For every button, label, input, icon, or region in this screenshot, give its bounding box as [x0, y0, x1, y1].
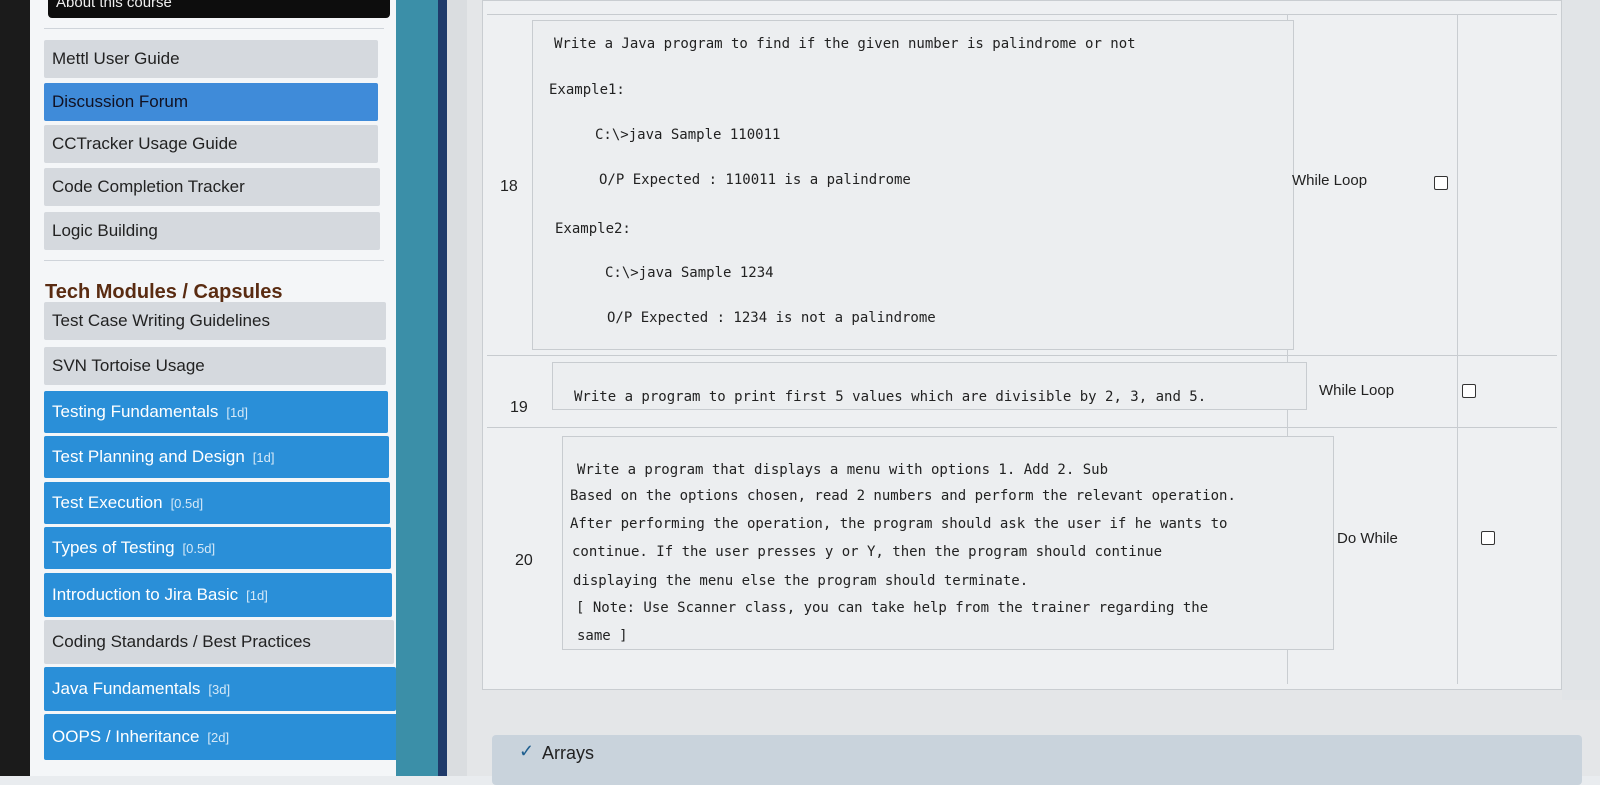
question-text: Based on the options chosen, read 2 numb… [570, 488, 1236, 504]
sidebar-item-discussion-forum[interactable]: Discussion Forum [44, 83, 378, 121]
question-text: O/P Expected : 110011 is a palindrome [599, 172, 911, 188]
module-item-test-execution[interactable]: Test Execution [0.5d] [44, 482, 390, 524]
question-text: [ Note: Use Scanner class, you can take … [576, 600, 1209, 616]
sidebar-item-label: CCTracker Usage Guide [52, 134, 238, 153]
module-label: Testing Fundamentals [52, 402, 219, 421]
section-title: Tech Modules / Capsules [45, 281, 283, 303]
about-course-label: About this course [56, 0, 172, 11]
screen-bezel [0, 0, 30, 776]
question-text: Write a program to print first 5 values … [574, 389, 1207, 405]
question-text: O/P Expected : 1234 is not a palindrome [607, 310, 936, 326]
main-content: 18 Write a Java program to find if the g… [467, 0, 1600, 785]
module-item-test-case-writing[interactable]: Test Case Writing Guidelines [44, 302, 386, 340]
module-label: Coding Standards / Best Practices [52, 632, 311, 651]
sidebar-item-logic-building[interactable]: Logic Building [44, 212, 380, 250]
divider [44, 28, 384, 29]
row-divider [487, 427, 1557, 428]
sidebar-item-mettl-user-guide[interactable]: Mettl User Guide [44, 40, 378, 78]
row-number: 18 [500, 178, 518, 195]
question-text: Example2: [555, 221, 631, 237]
row-number: 20 [515, 552, 533, 569]
module-label: Test Case Writing Guidelines [52, 311, 270, 330]
module-duration: [0.5d] [182, 540, 216, 556]
row-divider [487, 355, 1557, 356]
question-text: C:\>java Sample 1234 [605, 265, 774, 281]
completion-checkbox[interactable] [1462, 384, 1476, 398]
module-item-intro-jira-basic[interactable]: Introduction to Jira Basic [1d] [44, 573, 392, 617]
sidebar-item-label: Discussion Forum [52, 92, 189, 111]
divider [44, 260, 384, 261]
panel-gap [447, 0, 467, 776]
question-text: same ] [577, 628, 628, 644]
module-duration: [1d] [252, 449, 275, 465]
module-label: Introduction to Jira Basic [52, 585, 239, 604]
module-item-oops-inheritance[interactable]: OOPS / Inheritance [2d] [44, 714, 398, 760]
module-label: SVN Tortoise Usage [52, 356, 205, 375]
sidebar-item-label: Mettl User Guide [52, 49, 180, 68]
question-text: continue. If the user presses y or Y, th… [572, 544, 1163, 560]
question-text: C:\>java Sample 110011 [595, 127, 781, 143]
completion-checkbox[interactable] [1434, 176, 1448, 190]
module-item-test-planning-design[interactable]: Test Planning and Design [1d] [44, 436, 389, 478]
module-duration: [0.5d] [170, 495, 204, 511]
completion-checkbox[interactable] [1481, 531, 1495, 545]
row-divider [487, 14, 1557, 15]
right-edge [1562, 0, 1600, 700]
sidebar-item-label: Code Completion Tracker [52, 177, 245, 196]
module-duration: [1d] [246, 587, 268, 603]
section-header-arrays[interactable]: ✓ Arrays [492, 735, 1582, 785]
sidebar-scrollbar-strip [396, 0, 438, 776]
module-label: Types of Testing [52, 538, 175, 557]
panel-divider [438, 0, 447, 776]
sidebar-item-cctracker-usage-guide[interactable]: CCTracker Usage Guide [44, 125, 378, 163]
module-item-testing-fundamentals[interactable]: Testing Fundamentals [1d] [44, 391, 388, 433]
module-label: Test Planning and Design [52, 447, 245, 466]
question-text: Example1: [549, 82, 625, 98]
about-course-button[interactable]: About this course [48, 0, 390, 18]
module-item-svn-tortoise[interactable]: SVN Tortoise Usage [44, 347, 386, 385]
module-label: Java Fundamentals [52, 679, 201, 698]
question-text: displaying the menu else the program sho… [573, 573, 1029, 589]
question-text: Write a Java program to find if the give… [554, 36, 1136, 52]
topic-label: While Loop [1292, 172, 1368, 189]
topic-label: While Loop [1319, 382, 1395, 399]
module-item-coding-standards[interactable]: Coding Standards / Best Practices [44, 620, 394, 664]
topic-label: Do While [1337, 530, 1398, 547]
sidebar-item-code-completion-tracker[interactable]: Code Completion Tracker [44, 168, 380, 206]
module-duration: [3d] [208, 681, 231, 697]
question-text: Write a program that displays a menu wit… [577, 462, 1109, 478]
module-label: OOPS / Inheritance [52, 727, 200, 746]
module-label: Test Execution [52, 493, 163, 512]
chevron-down-icon: ✓ [519, 741, 535, 761]
question-text: After performing the operation, the prog… [570, 516, 1228, 532]
section-label: Arrays [542, 743, 595, 763]
column-divider [1457, 14, 1458, 684]
module-duration: [2d] [207, 729, 230, 745]
row-number: 19 [510, 399, 528, 416]
module-item-types-of-testing[interactable]: Types of Testing [0.5d] [44, 527, 391, 569]
sidebar-item-label: Logic Building [52, 221, 158, 240]
module-duration: [1d] [226, 404, 249, 420]
module-item-java-fundamentals[interactable]: Java Fundamentals [3d] [44, 667, 396, 711]
